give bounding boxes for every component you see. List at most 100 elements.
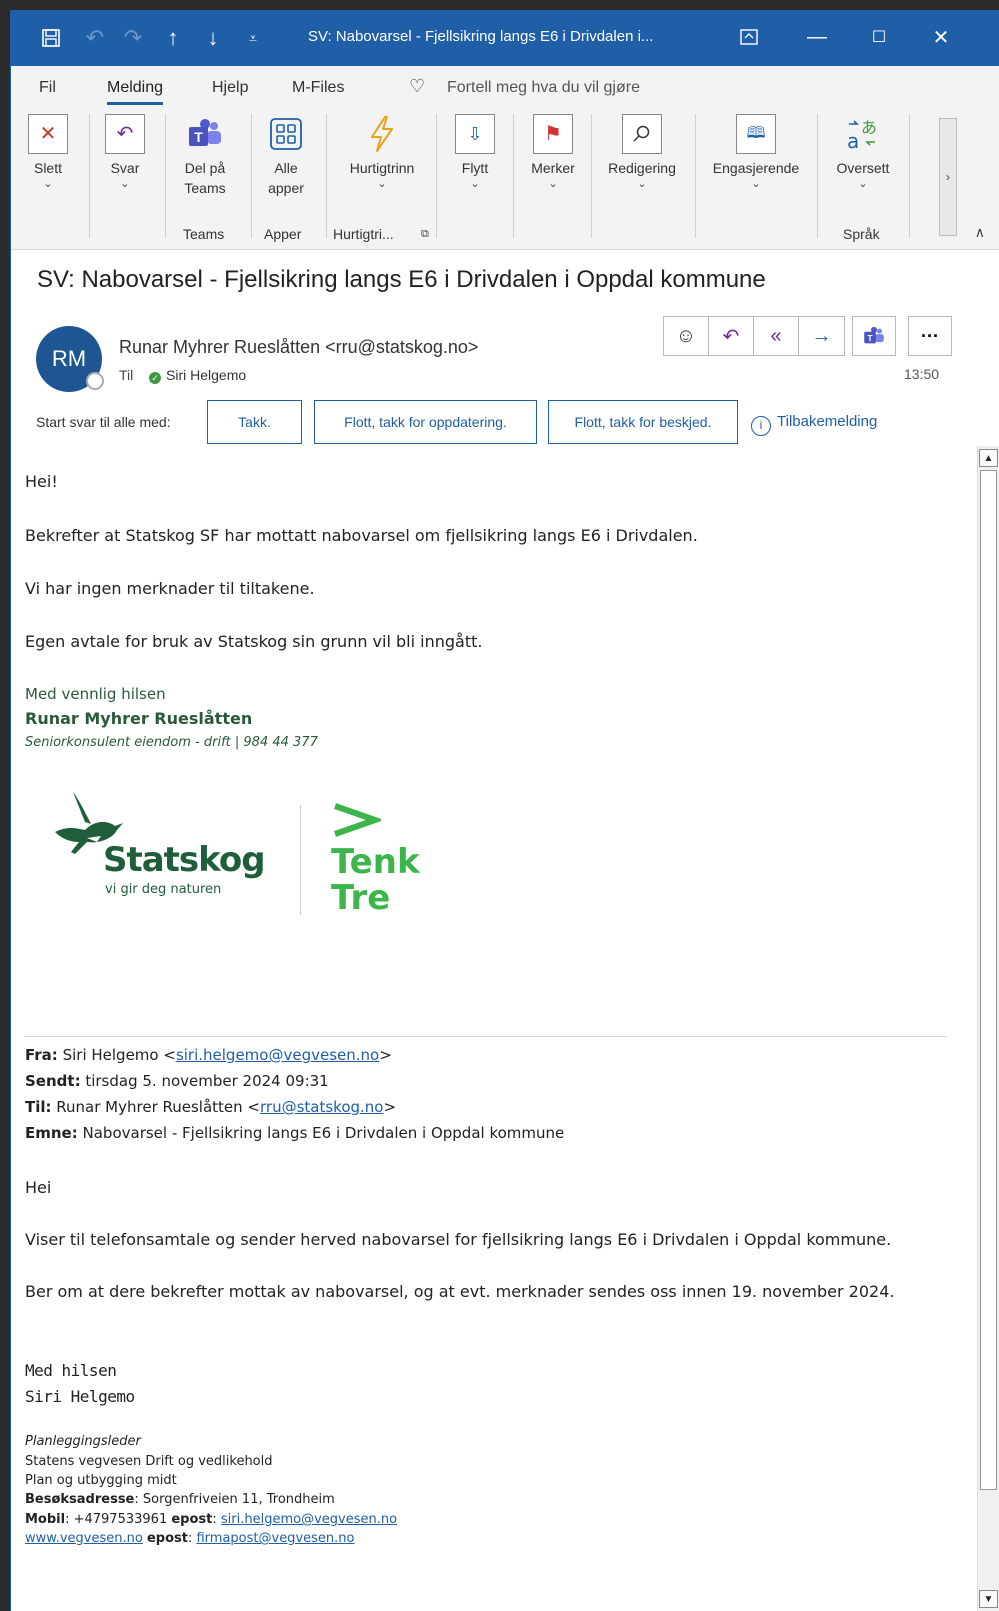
apps-label-1: Alle	[274, 160, 298, 176]
ribbon-divider	[89, 114, 90, 238]
epost-link[interactable]: firmapost@vegvesen.no	[196, 1531, 354, 1546]
avatar[interactable]: RM	[36, 326, 104, 392]
redo-icon[interactable]: ↷	[119, 24, 147, 52]
chevron-down-icon: ⌄	[548, 178, 558, 190]
scroll-up-icon[interactable]: ▲	[979, 449, 998, 467]
signature-name: Runar Myhrer Rueslåtten	[25, 709, 253, 728]
body-paragraph: Bekrefter at Statskog SF har mottatt nab…	[25, 526, 698, 545]
next-item-icon[interactable]: ↓	[199, 24, 227, 52]
share-to-teams-button[interactable]: T Del på Teams	[177, 114, 233, 198]
svg-text:T: T	[194, 129, 203, 145]
ribbon-divider	[909, 114, 910, 238]
ribbon-divider	[165, 114, 166, 238]
move-button[interactable]: ⇩ Flytt ⌄	[453, 114, 497, 190]
forward-icon[interactable]: →	[799, 317, 844, 355]
reply-button[interactable]: ↶ Svar ⌄	[103, 114, 147, 190]
translate-button[interactable]: aあ Oversett ⌄	[829, 114, 897, 190]
editing-label: Redigering	[608, 160, 676, 176]
tenktre-line-2: Tre	[331, 878, 391, 918]
from-label: Fra:	[25, 1046, 58, 1064]
ribbon-divider	[591, 114, 592, 238]
quoted-contact: Mobil: +4797533961 epost: siri.helgemo@v…	[25, 1512, 398, 1527]
chevron-down-icon: ⌄	[470, 178, 480, 190]
tab-message[interactable]: Melding	[107, 79, 164, 105]
close-window-button[interactable]: ✕	[921, 22, 961, 52]
scroll-down-icon[interactable]: ▼	[979, 1590, 998, 1608]
address-label: Besøksadresse	[25, 1492, 135, 1507]
menu-bar: Fil Melding Hjelp M-Files ♡ Fortell meg …	[11, 66, 999, 108]
outlook-message-window: ↶ ↷ ↑ ↓ ⩡ SV: Nabovarsel - Fjellsikring …	[10, 10, 999, 1611]
quoted-closing: Med hilsen	[25, 1361, 117, 1380]
save-icon[interactable]	[37, 24, 65, 52]
quote-divider	[25, 1036, 947, 1037]
dialog-launcher-icon[interactable]: ⧉	[421, 228, 429, 241]
address-value: : Sorgenfriveien 11, Trondheim	[134, 1492, 335, 1507]
ribbon-divider	[251, 114, 252, 238]
window-title: SV: Nabovarsel - Fjellsikring langs E6 i…	[308, 28, 654, 45]
to-label: Til	[119, 367, 134, 383]
message-actions: ☺ ↶ « →	[663, 316, 845, 356]
tags-button[interactable]: ⚑ Merker ⌄	[525, 114, 581, 190]
from-end: >	[379, 1046, 392, 1064]
more-options-icon[interactable]: ···	[908, 316, 952, 356]
tell-me-search[interactable]: Fortell meg hva du vil gjøre	[447, 79, 640, 97]
quick-reply-button[interactable]: Flott, takk for beskjed.	[548, 400, 738, 444]
epost-link[interactable]: siri.helgemo@vegvesen.no	[221, 1512, 397, 1527]
signature-closing: Med vennlig hilsen	[25, 685, 166, 703]
website-link[interactable]: www.vegvesen.no	[25, 1531, 143, 1546]
body-paragraph: Egen avtale for bruk av Statskog sin gru…	[25, 632, 483, 651]
minimize-button[interactable]: —	[797, 22, 837, 52]
quick-reply-button[interactable]: Flott, takk for oppdatering.	[314, 400, 537, 444]
reply-icon[interactable]: ↶	[709, 317, 754, 355]
delete-button[interactable]: ✕ Slett ⌄	[26, 114, 70, 190]
to-email-link[interactable]: rru@statskog.no	[260, 1098, 383, 1116]
check-icon: ✓	[149, 372, 161, 384]
tab-mfiles[interactable]: M-Files	[292, 79, 344, 97]
previous-item-icon[interactable]: ↑	[159, 24, 187, 52]
reply-all-icon[interactable]: «	[754, 317, 799, 355]
avatar-initials: RM	[51, 346, 87, 371]
svg-text:a: a	[847, 129, 859, 152]
quoted-org: Statens vegvesen Drift og vedlikehold	[25, 1454, 273, 1469]
chevron-down-icon: ⌄	[377, 178, 387, 190]
message-subject: SV: Nabovarsel - Fjellsikring langs E6 i…	[37, 266, 766, 293]
teams-label-2: Teams	[184, 180, 226, 196]
tab-file[interactable]: Fil	[39, 79, 56, 97]
ribbon-display-options-icon[interactable]	[729, 22, 769, 52]
from-name: Siri Helgemo <	[62, 1046, 176, 1064]
chevron-down-icon: ⌄	[43, 178, 53, 190]
maximize-button[interactable]: ☐	[859, 22, 899, 52]
move-label: Flytt	[461, 160, 489, 176]
quoted-address: Besøksadresse: Sorgenfriveien 11, Trondh…	[25, 1492, 335, 1507]
undo-icon[interactable]: ↶	[81, 24, 109, 52]
teams-share-icon[interactable]: T	[852, 316, 896, 356]
sender-name[interactable]: Runar Myhrer Rueslåtten <rru@statskog.no…	[119, 337, 478, 358]
mobile-label: Mobil	[25, 1512, 66, 1527]
tab-help[interactable]: Hjelp	[212, 79, 248, 97]
vertical-scrollbar[interactable]: ▲ ▼	[977, 446, 999, 1611]
group-label-language: Språk	[843, 226, 880, 242]
epost-label: epost	[171, 1512, 213, 1527]
apps-label-2: apper	[268, 180, 304, 196]
mobile-value: : +4797533961	[65, 1512, 172, 1527]
acknowledge-link[interactable]: i Tilbakemelding	[751, 413, 877, 436]
customize-toolbar-icon[interactable]: ⩡	[239, 24, 267, 52]
engaging-button[interactable]: 🕮 Engasjerende ⌄	[705, 114, 807, 190]
chevron-down-icon: ⌄	[120, 178, 130, 190]
reply-icon: ↶	[105, 114, 145, 154]
scroll-thumb[interactable]	[980, 470, 997, 1490]
teams-icon: T	[185, 114, 225, 154]
ribbon-scroll-right-button[interactable]: ›	[939, 118, 957, 236]
ribbon-divider	[817, 114, 818, 238]
from-email-link[interactable]: siri.helgemo@vegvesen.no	[176, 1046, 379, 1064]
quick-steps-button[interactable]: Hurtigtrinn ⌄	[337, 114, 427, 190]
collapse-ribbon-icon[interactable]: ∧	[975, 224, 985, 241]
quoted-from: Fra: Siri Helgemo <siri.helgemo@vegvesen…	[25, 1046, 392, 1064]
emoji-reaction-icon[interactable]: ☺	[664, 317, 709, 355]
all-apps-button[interactable]: Alle apper	[261, 114, 311, 198]
quoted-sender-name: Siri Helgemo	[25, 1387, 135, 1406]
logo-divider	[300, 805, 301, 915]
editing-button[interactable]: Redigering ⌄	[599, 114, 685, 190]
recipient[interactable]: ✓ Siri Helgemo	[149, 367, 246, 384]
quick-reply-button[interactable]: Takk.	[207, 400, 302, 444]
